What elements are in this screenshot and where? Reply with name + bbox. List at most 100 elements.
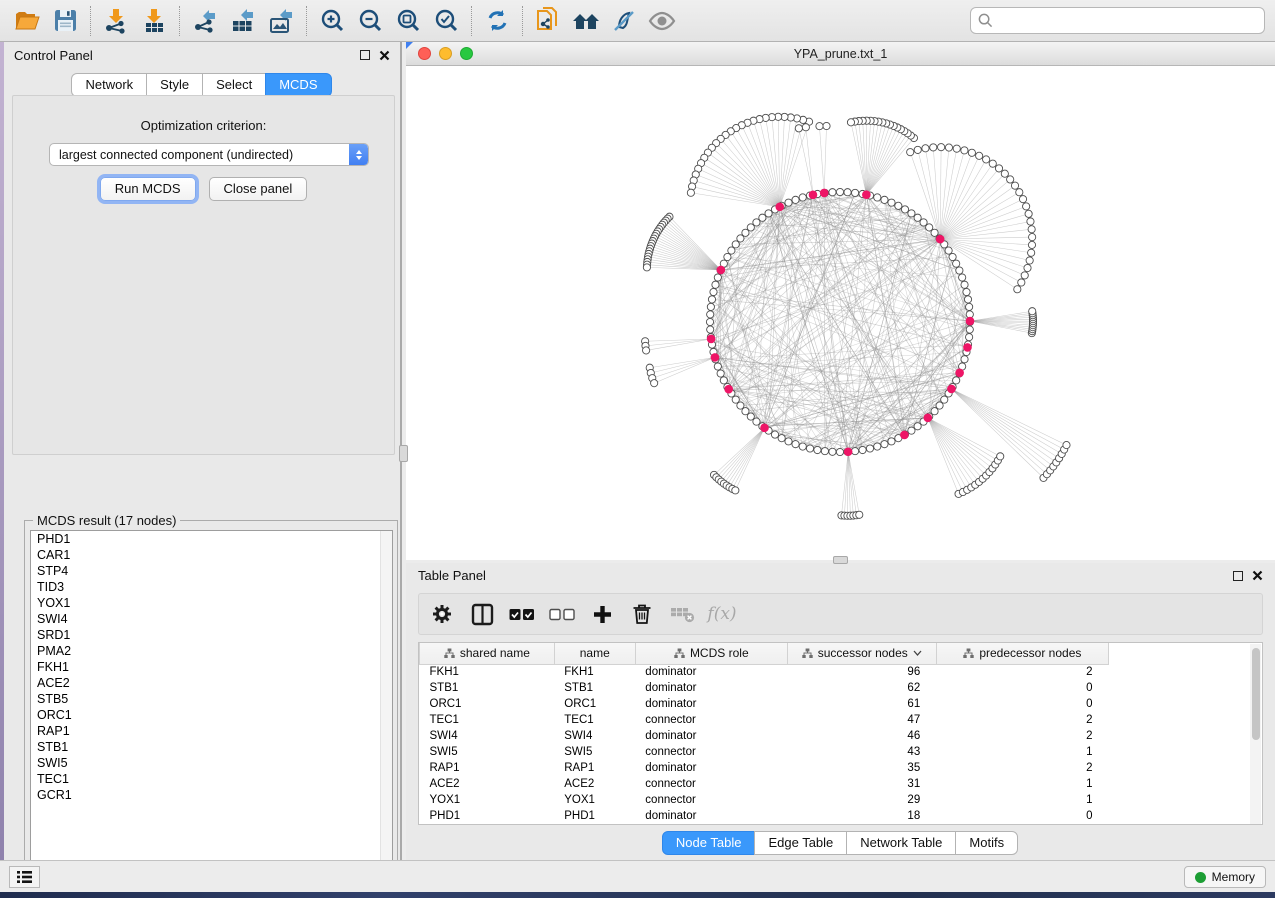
mcds-result-item[interactable]: TID3 — [31, 579, 392, 595]
mcds-result-item[interactable]: STB5 — [31, 691, 392, 707]
memory-button[interactable]: Memory — [1184, 866, 1266, 888]
node-table[interactable]: shared namenameMCDS rolesuccessor nodesp… — [418, 642, 1263, 825]
function-builder-button[interactable]: f(x) — [709, 601, 735, 627]
table-row[interactable]: TEC1TEC1connector472 — [420, 712, 1109, 728]
mcds-result-item[interactable]: ACE2 — [31, 675, 392, 691]
tab-motifs[interactable]: Motifs — [955, 831, 1018, 855]
toolbar-separator — [90, 6, 91, 36]
mcds-result-item[interactable]: SWI5 — [31, 755, 392, 771]
mcds-result-item[interactable]: PMA2 — [31, 643, 392, 659]
table-row[interactable]: YOX1YOX1connector291 — [420, 792, 1109, 808]
table-row[interactable]: RAP1RAP1dominator352 — [420, 760, 1109, 776]
float-panel-icon[interactable] — [1233, 571, 1243, 581]
column-header-shared-name[interactable]: shared name — [420, 643, 555, 664]
close-panel-icon[interactable] — [1252, 570, 1263, 581]
attribute-type-icon — [963, 648, 974, 659]
table-row[interactable]: ORC1ORC1dominator610 — [420, 696, 1109, 712]
table-settings-button[interactable] — [429, 601, 455, 627]
deselect-all-button[interactable] — [549, 601, 575, 627]
show-columns-button[interactable] — [469, 601, 495, 627]
control-panel-tabs: NetworkStyleSelectMCDS — [4, 73, 400, 97]
add-row-button[interactable] — [589, 601, 615, 627]
float-panel-icon[interactable] — [360, 50, 370, 60]
table-panel-tabs: Node TableEdge TableNetwork TableMotifs — [406, 831, 1275, 855]
task-list-icon — [16, 870, 33, 884]
show-graphics-button[interactable] — [643, 4, 681, 38]
delete-table-button[interactable] — [669, 601, 695, 627]
table-row[interactable]: STB1STB1dominator620 — [420, 680, 1109, 696]
mcds-result-item[interactable]: STB1 — [31, 739, 392, 755]
tab-network[interactable]: Network — [71, 73, 147, 97]
close-panel-icon[interactable] — [379, 50, 390, 61]
mcds-result-item[interactable]: ORC1 — [31, 707, 392, 723]
tab-style[interactable]: Style — [146, 73, 203, 97]
search-box[interactable] — [970, 7, 1265, 34]
open-session-button[interactable] — [8, 4, 46, 38]
zoom-in-button[interactable] — [313, 4, 351, 38]
column-header-MCDS-role[interactable]: MCDS role — [635, 643, 787, 664]
table-row[interactable]: SWI4SWI4dominator462 — [420, 728, 1109, 744]
export-image-icon — [268, 8, 294, 34]
mcds-result-item[interactable]: TEC1 — [31, 771, 392, 787]
close-panel-button[interactable]: Close panel — [209, 177, 308, 201]
tab-mcds[interactable]: MCDS — [265, 73, 331, 97]
vertical-splitter-handle[interactable] — [399, 445, 408, 462]
network-canvas[interactable] — [406, 66, 1275, 559]
mcds-result-item[interactable]: FKH1 — [31, 659, 392, 675]
clone-network-button[interactable] — [529, 4, 567, 38]
column-header-predecessor-nodes[interactable]: predecessor nodes — [936, 643, 1108, 664]
export-image-button[interactable] — [262, 4, 300, 38]
list-scrollbar[interactable] — [380, 531, 392, 885]
columns-icon — [471, 603, 494, 626]
toolbar-separator — [471, 6, 472, 36]
zoom-out-button[interactable] — [351, 4, 389, 38]
mcds-result-item[interactable]: SWI4 — [31, 611, 392, 627]
task-history-button[interactable] — [9, 866, 40, 888]
table-row[interactable]: ACE2ACE2connector311 — [420, 776, 1109, 792]
network-graph[interactable] — [406, 66, 1275, 559]
zoom-fit-button[interactable] — [389, 4, 427, 38]
toolbar-separator — [522, 6, 523, 36]
optimization-criterion-label: Optimization criterion: — [13, 118, 394, 133]
import-network-button[interactable] — [97, 4, 135, 38]
mcds-result-item[interactable]: GCR1 — [31, 787, 392, 803]
delete-row-button[interactable] — [629, 601, 655, 627]
select-all-button[interactable] — [509, 601, 535, 627]
tab-node-table[interactable]: Node Table — [662, 831, 756, 855]
import-table-icon — [142, 8, 166, 34]
network-home-button[interactable] — [567, 4, 605, 38]
table-panel-title: Table Panel — [418, 568, 1233, 583]
optimization-criterion-select[interactable]: largest connected component (undirected) — [49, 143, 369, 166]
mcds-result-item[interactable]: YOX1 — [31, 595, 392, 611]
mcds-result-item[interactable]: STP4 — [31, 563, 392, 579]
mcds-result-list[interactable]: PHD1CAR1STP4TID3YOX1SWI4SRD1PMA2FKH1ACE2… — [30, 530, 393, 886]
table-row[interactable]: PHD1PHD1dominator180 — [420, 808, 1109, 824]
function-builder-label: f(x) — [707, 604, 736, 624]
zoom-selected-button[interactable] — [427, 4, 465, 38]
save-session-button[interactable] — [46, 4, 84, 38]
table-scrollbar[interactable] — [1250, 644, 1261, 824]
mcds-result-item[interactable]: PHD1 — [31, 531, 392, 547]
import-table-button[interactable] — [135, 4, 173, 38]
horizontal-splitter-handle[interactable] — [833, 556, 848, 564]
export-table-button[interactable] — [224, 4, 262, 38]
refresh-layout-button[interactable] — [478, 4, 516, 38]
delete-table-icon — [670, 606, 695, 623]
table-row[interactable]: FKH1FKH1dominator962 — [420, 664, 1109, 680]
export-network-button[interactable] — [186, 4, 224, 38]
network-window-titlebar[interactable]: YPA_prune.txt_1 — [406, 42, 1275, 66]
mcds-result-item[interactable]: CAR1 — [31, 547, 392, 563]
table-row[interactable]: SWI5SWI5connector431 — [420, 744, 1109, 760]
column-header-name[interactable]: name — [554, 643, 635, 664]
mcds-result-item[interactable]: RAP1 — [31, 723, 392, 739]
table-scrollbar-thumb[interactable] — [1252, 648, 1260, 740]
search-input[interactable] — [998, 13, 1257, 28]
tab-select[interactable]: Select — [202, 73, 266, 97]
mcds-result-item[interactable]: SRD1 — [31, 627, 392, 643]
tab-edge-table[interactable]: Edge Table — [754, 831, 847, 855]
memory-status-icon — [1195, 872, 1206, 883]
run-mcds-button[interactable]: Run MCDS — [100, 177, 196, 201]
hide-graphics-button[interactable] — [605, 4, 643, 38]
column-header-successor-nodes[interactable]: successor nodes — [787, 643, 936, 664]
tab-network-table[interactable]: Network Table — [846, 831, 956, 855]
